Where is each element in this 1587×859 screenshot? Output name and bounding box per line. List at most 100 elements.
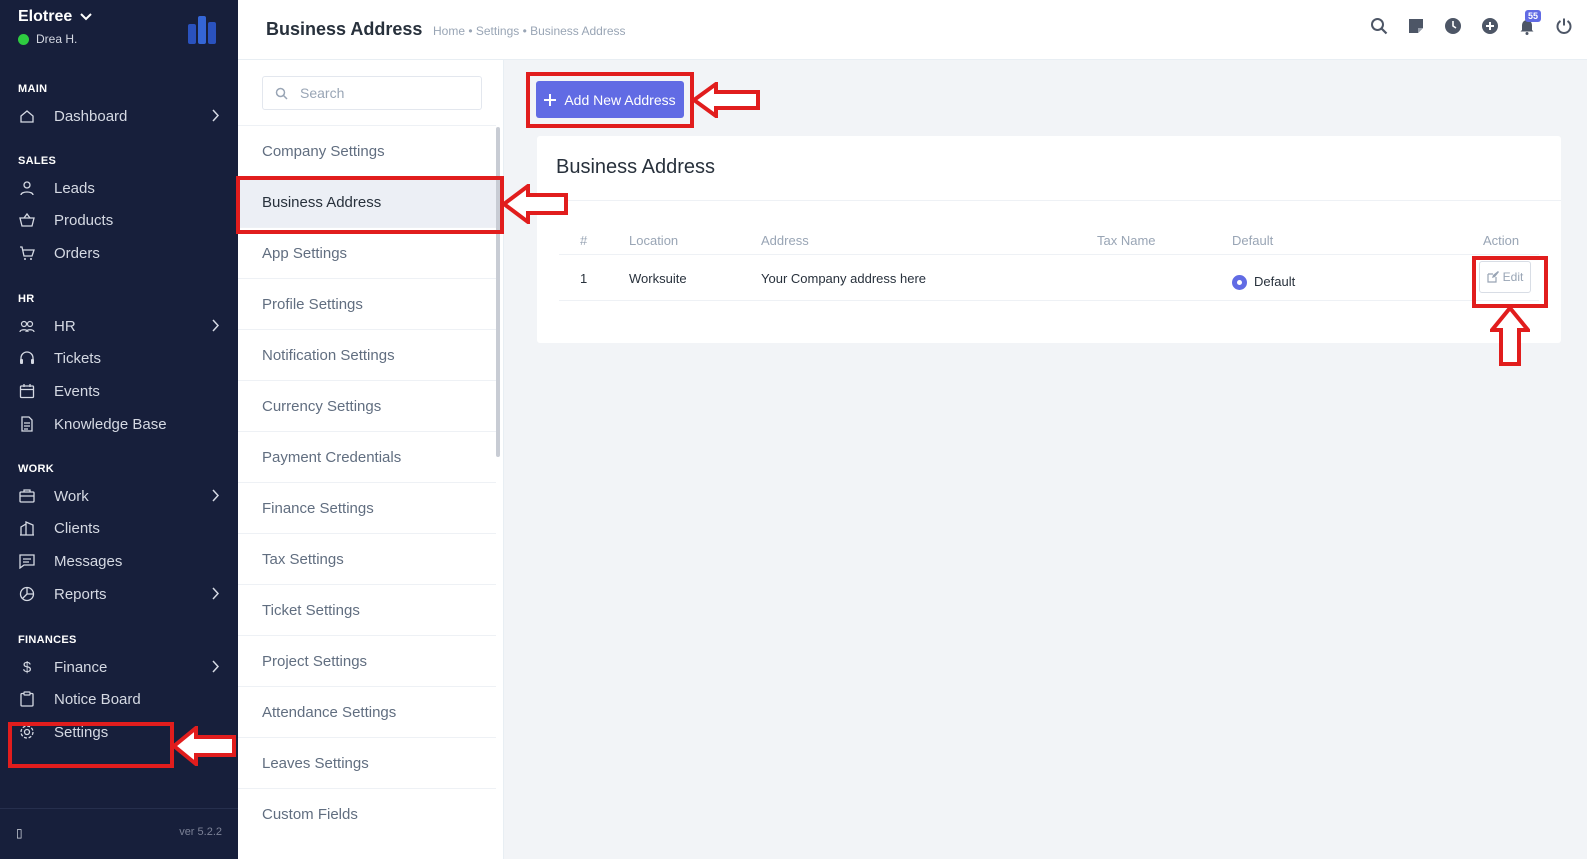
col-header-tax-name: Tax Name [1097,233,1156,248]
annotation-arrow-left-icon [692,82,760,118]
building-icon [18,519,36,537]
cell-number: 1 [580,271,588,286]
settings-item-ticket[interactable]: Ticket Settings [238,584,496,635]
sidebar-item-dashboard[interactable]: Dashboard [0,101,238,131]
calendar-icon [18,382,36,400]
default-radio[interactable] [1232,275,1247,291]
dollar-icon: $ [22,658,32,676]
settings-item-currency[interactable]: Currency Settings [238,380,496,431]
chevron-right-icon [212,489,220,502]
sidebar-item-label: Products [54,211,114,229]
sidebar-item-notice-board[interactable]: Notice Board [0,684,238,714]
sidebar-item-label: Knowledge Base [54,415,167,433]
settings-item-company[interactable]: Company Settings [238,125,496,176]
collapse-sidebar-icon[interactable]: ▯ [16,826,23,840]
sidebar-item-hr[interactable]: HR [0,311,238,341]
app-version: ver 5.2.2 [179,826,222,838]
annotation-box-add-address [526,72,694,128]
settings-item-app[interactable]: App Settings [238,227,496,278]
chevron-right-icon [212,109,220,122]
sticky-note-icon[interactable] [1407,17,1425,35]
company-switcher[interactable]: Elotree Drea H. [18,8,92,46]
home-icon [18,107,36,125]
settings-item-tax[interactable]: Tax Settings [238,533,496,584]
sidebar-item-knowledge-base[interactable]: Knowledge Base [0,409,238,439]
sidebar-item-label: Messages [54,552,123,570]
annotation-arrow-left-icon [502,184,568,224]
sidebar-item-work[interactable]: Work [0,481,238,511]
cell-location: Worksuite [629,271,687,286]
search-placeholder: Search [300,85,345,101]
table-header-divider [559,254,1539,255]
user-name: Drea H. [36,32,78,46]
clock-icon[interactable] [1444,17,1462,35]
business-address-card: Business Address # Location Address Tax … [537,136,1561,343]
settings-item-finance[interactable]: Finance Settings [238,482,496,533]
sidebar-item-label: Orders [54,244,100,262]
default-label: Default [1254,274,1296,289]
settings-item-profile[interactable]: Profile Settings [238,278,496,329]
col-header-action: Action [1483,233,1520,248]
col-header-address: Address [761,233,809,248]
settings-item-custom-fields[interactable]: Custom Fields [238,788,496,839]
header-actions: 55 [1370,10,1573,35]
sidebar-item-label: Clients [54,519,100,537]
card-title: Business Address [556,156,715,178]
settings-item-payment-credentials[interactable]: Payment Credentials [238,431,496,482]
sidebar-item-clients[interactable]: Clients [0,513,238,543]
notification-badge: 55 [1525,10,1542,22]
settings-search-input[interactable]: Search [262,76,482,110]
sidebar-item-label: Work [54,487,89,505]
user-icon [18,179,36,197]
clipboard-icon [18,690,36,708]
annotation-box-settings [8,722,174,768]
document-icon [18,415,36,433]
search-icon [275,87,288,100]
power-icon[interactable] [1555,17,1573,35]
annotation-box-edit [1472,256,1548,308]
card-divider [537,200,1561,201]
sidebar-item-reports[interactable]: Reports [0,579,238,609]
sidebar-item-leads[interactable]: Leads [0,173,238,203]
settings-item-notification[interactable]: Notification Settings [238,329,496,380]
annotation-arrow-left-icon [172,726,236,766]
sidebar-item-label: Tickets [54,349,101,367]
headset-icon [18,349,36,367]
sidebar-item-label: Dashboard [54,107,128,125]
page-title: Business Address [266,19,423,39]
pie-chart-icon [18,585,36,603]
bell-icon[interactable]: 55 [1518,10,1542,35]
cart-icon [18,244,36,262]
sidebar-item-messages[interactable]: Messages [0,546,238,576]
annotation-arrow-up-icon [1490,306,1530,366]
settings-item-project[interactable]: Project Settings [238,635,496,686]
sidebar-item-events[interactable]: Events [0,376,238,406]
add-circle-icon[interactable] [1481,17,1499,35]
chevron-right-icon [212,660,220,673]
col-header-location: Location [629,233,679,248]
basket-icon [18,211,36,229]
col-header-number: # [580,233,588,248]
settings-item-leaves[interactable]: Leaves Settings [238,737,496,788]
sidebar-item-orders[interactable]: Orders [0,238,238,268]
col-header-default: Default [1232,233,1274,248]
settings-item-attendance[interactable]: Attendance Settings [238,686,496,737]
users-icon [18,317,36,335]
sidebar-item-finance[interactable]: $ Finance [0,652,238,682]
chevron-down-icon [80,13,92,21]
sidebar-item-label: Finance [54,658,108,676]
sidebar-item-products[interactable]: Products [0,205,238,235]
sidebar-item-label: HR [54,317,76,335]
cell-default[interactable]: Default [1232,274,1296,291]
section-finances: FINANCES [18,634,77,646]
sidebar-item-label: Notice Board [54,690,141,708]
section-hr: HR [18,293,35,305]
section-work: WORK [18,463,55,475]
breadcrumb[interactable]: Home • Settings • Business Address [433,24,626,38]
search-icon[interactable] [1370,17,1388,35]
sidebar-item-label: Leads [54,179,95,197]
chevron-right-icon [212,319,220,332]
sidebar-item-label: Events [54,382,100,400]
online-status-dot [18,33,29,45]
sidebar-item-tickets[interactable]: Tickets [0,343,238,373]
